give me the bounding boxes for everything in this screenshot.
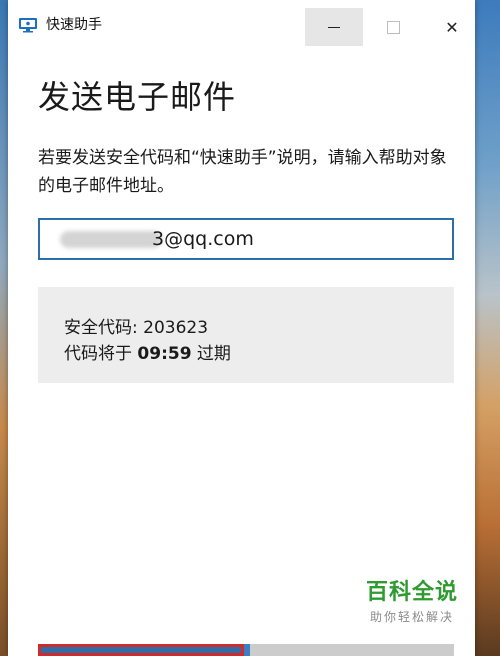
quick-assist-window: 快速助手 ✕ 发送电子邮件 若要发送安全代码和“快速助手”说明，请输入帮助对象的… xyxy=(8,0,475,656)
minimize-icon xyxy=(328,26,340,28)
send-email-button[interactable] xyxy=(38,644,244,656)
minimize-button[interactable] xyxy=(305,8,363,46)
watermark-main-text: 百科全说 xyxy=(366,580,459,605)
page-title: 发送电子邮件 xyxy=(38,78,237,116)
maximize-button[interactable] xyxy=(364,8,422,46)
desktop-background-right xyxy=(475,0,500,656)
redacted-email-part xyxy=(60,231,162,248)
security-code-panel: 安全代码: 203623 代码将于 09:59 过期 xyxy=(38,287,454,383)
close-button[interactable]: ✕ xyxy=(423,8,481,46)
window-title: 快速助手 xyxy=(46,17,102,33)
instructions-text: 若要发送安全代码和“快速助手”说明，请输入帮助对象的电子邮件地址。 xyxy=(38,148,447,196)
email-value: 3@qq.com xyxy=(152,228,254,250)
expiry-suffix: 过期 xyxy=(191,344,231,364)
watermark-sub-text: 助你轻松解决 xyxy=(370,610,455,624)
watermark-logo: 百科全说 助你轻松解决 xyxy=(366,580,458,625)
desktop-background-left xyxy=(0,0,8,656)
maximize-icon xyxy=(386,20,400,34)
quick-assist-app-icon xyxy=(19,18,37,33)
cancel-button[interactable] xyxy=(250,644,454,656)
expiry-time: 09:59 xyxy=(137,344,192,364)
title-bar[interactable]: 快速助手 ✕ xyxy=(8,0,475,46)
bottom-button-bar xyxy=(38,644,454,656)
expiry-text: 代码将于 09:59 过期 xyxy=(64,339,231,364)
close-icon: ✕ xyxy=(445,17,459,37)
security-code-text: 安全代码: 203623 xyxy=(64,318,209,338)
email-input[interactable]: 3@qq.com xyxy=(38,218,454,260)
expiry-prefix: 代码将于 xyxy=(64,344,138,364)
